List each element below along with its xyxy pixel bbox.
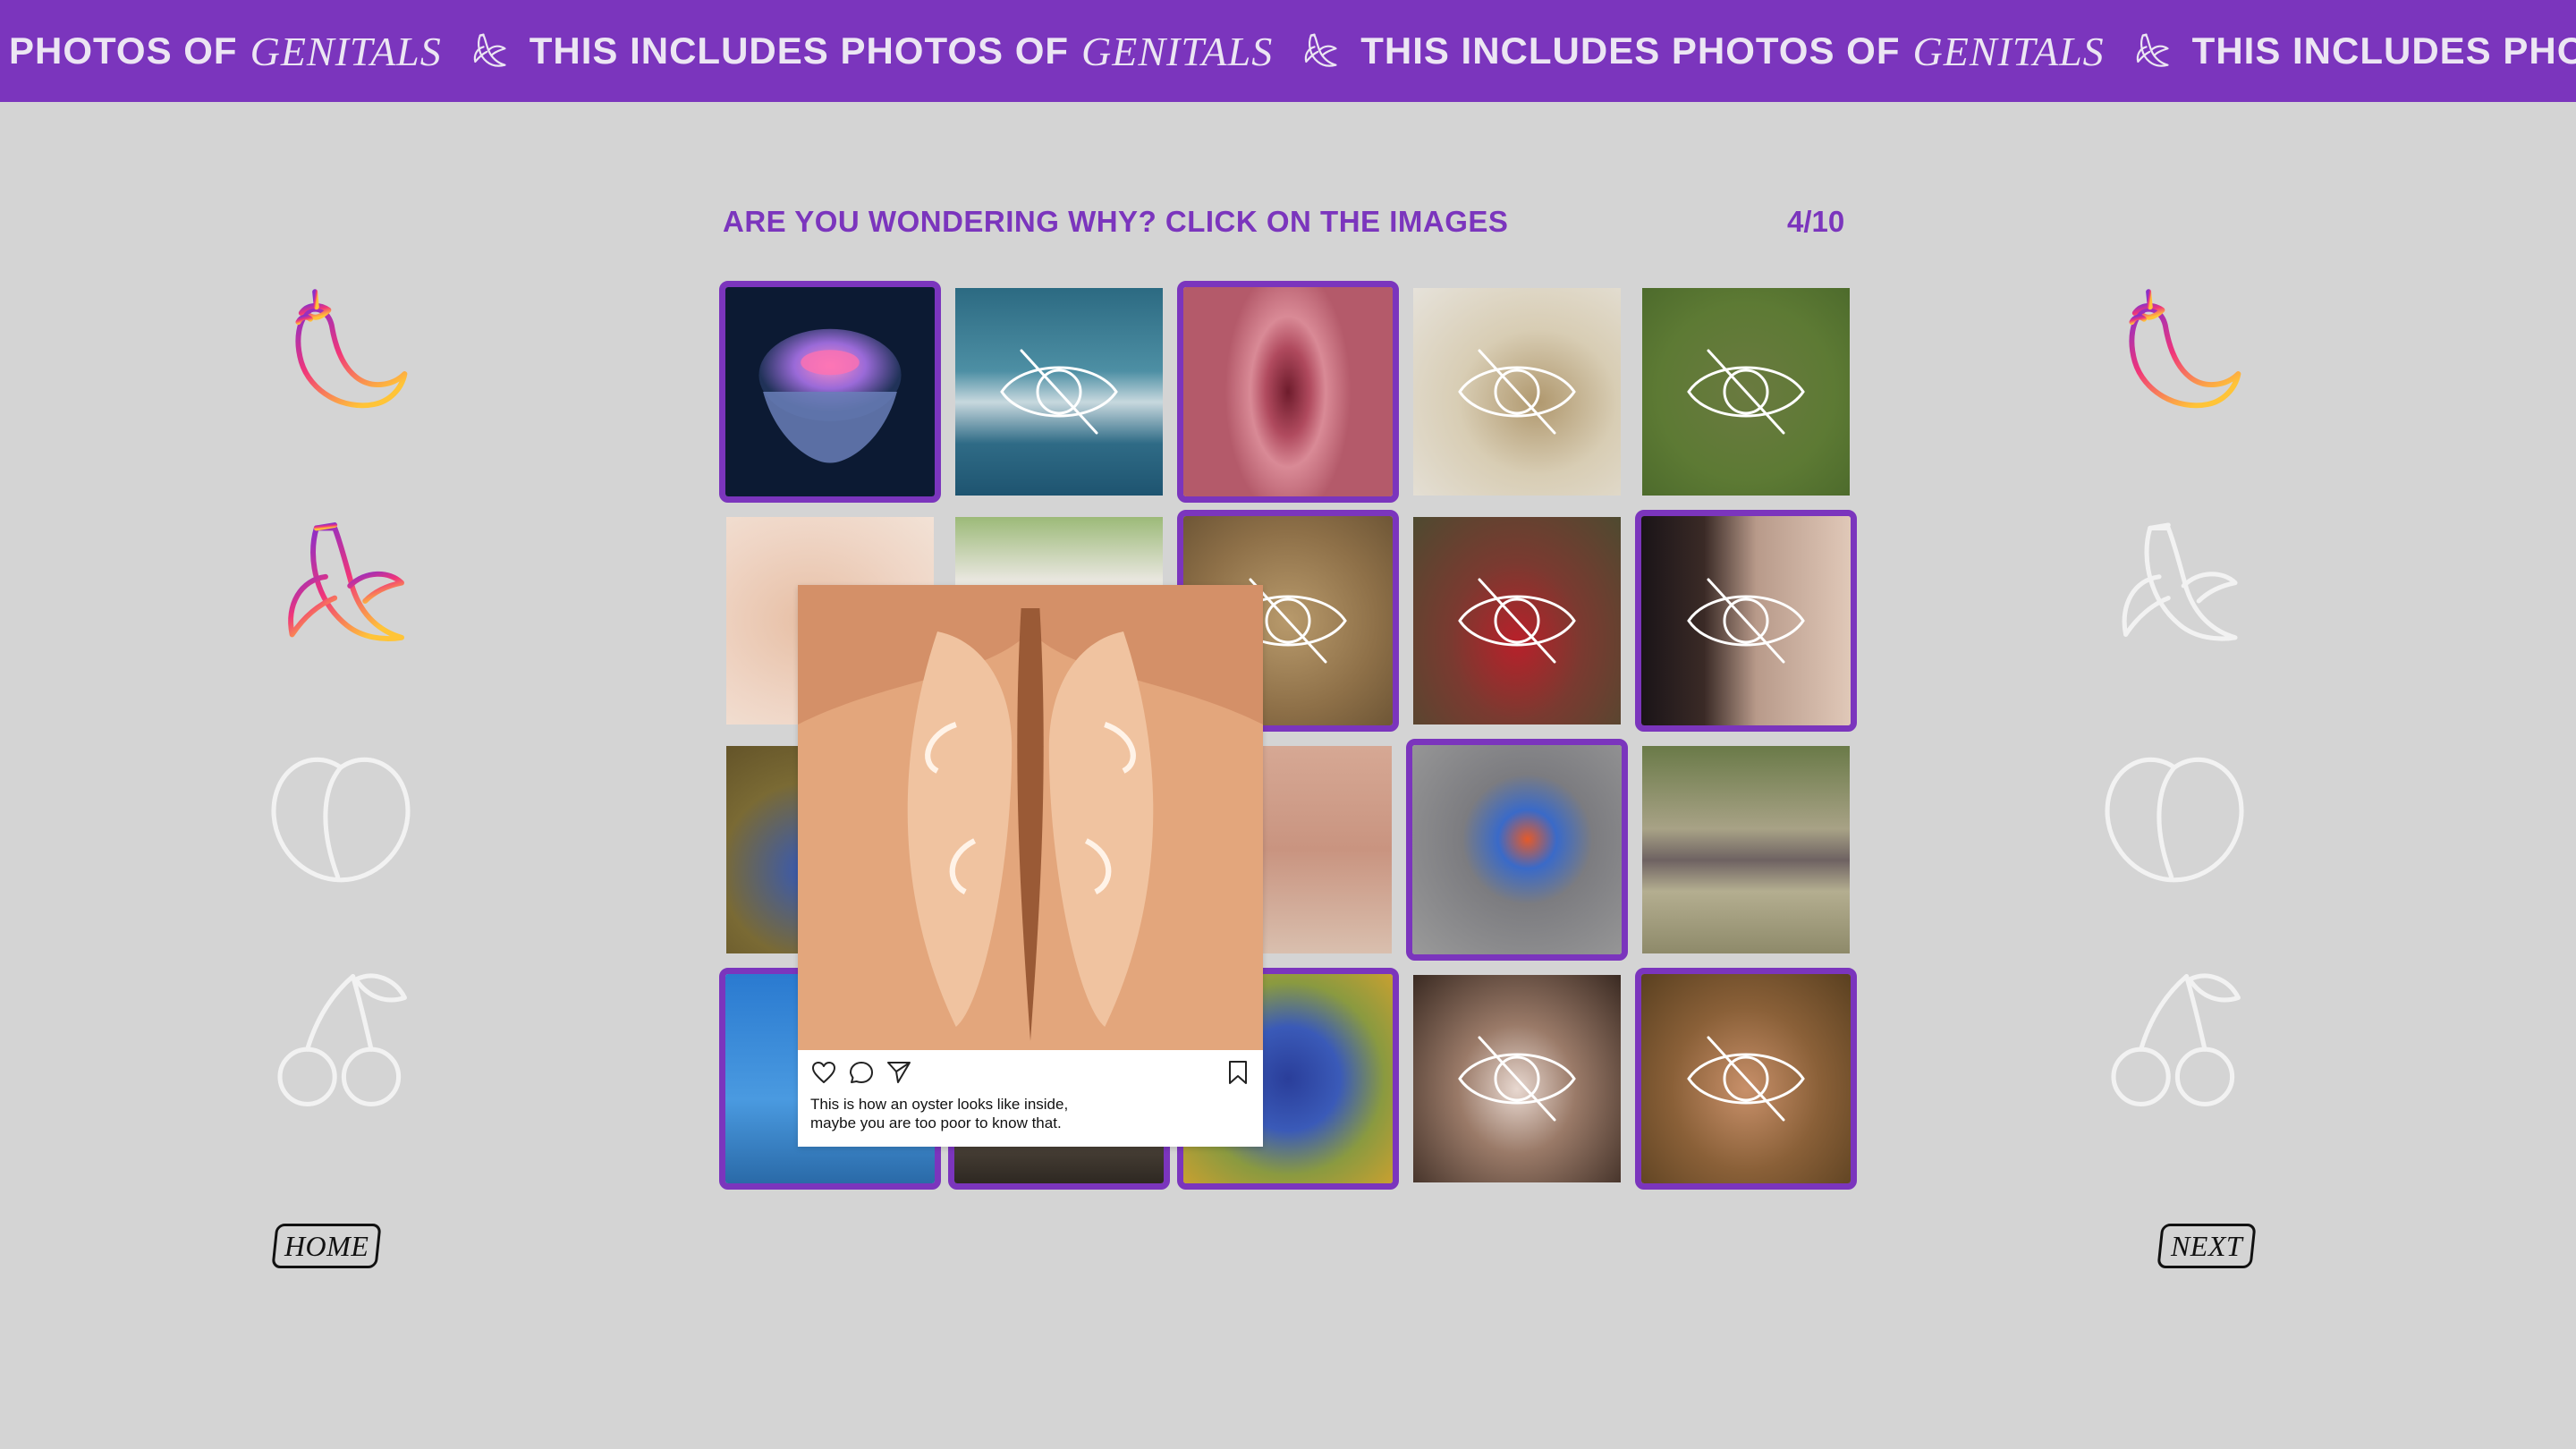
grid-tile-hidden[interactable] xyxy=(1642,288,1850,496)
grid-tile-jellyfish[interactable] xyxy=(719,281,941,503)
social-post-popup[interactable]: This is how an oyster looks like inside,… xyxy=(798,585,1263,1147)
instruction-text: ARE YOU WONDERING WHY? CLICK ON THE IMAG… xyxy=(723,205,1509,238)
eye-slash-icon xyxy=(1687,349,1805,435)
post-caption: This is how an oyster looks like inside,… xyxy=(810,1095,1249,1132)
banner-segment: THIS INCLUDES PHOTOS OF GENITALS xyxy=(1360,28,2191,75)
eye-slash-icon xyxy=(1458,349,1576,435)
eye-slash-icon xyxy=(1687,578,1805,664)
caption-line: maybe you are too poor to know that. xyxy=(810,1114,1062,1131)
banner-text-italic: GENITALS xyxy=(250,28,442,74)
home-button[interactable]: HOME xyxy=(271,1224,382,1268)
post-image xyxy=(798,585,1263,1050)
bookmark-icon[interactable] xyxy=(1225,1059,1250,1086)
eye-slash-icon xyxy=(1687,1036,1805,1122)
tile-photo xyxy=(1642,746,1850,953)
banner-segment: THIS INCLUDES PHOTOS OF GENITALS xyxy=(530,28,1360,75)
banner-segment: PHOTOS OF GENITALS xyxy=(9,28,530,75)
home-label: HOME xyxy=(284,1229,369,1262)
eggplant-icon[interactable] xyxy=(265,283,417,435)
eye-slash-icon xyxy=(1458,578,1576,664)
grid-tile-hidden[interactable] xyxy=(1413,975,1621,1182)
grid-tile-hidden[interactable] xyxy=(1413,288,1621,496)
post-actions xyxy=(810,1059,912,1086)
progress-counter: 4/10 xyxy=(1787,205,1845,238)
tile-photo xyxy=(1412,745,1622,954)
eye-slash-icon xyxy=(1458,1036,1576,1122)
banner-text-italic: GENITALS xyxy=(1081,28,1274,74)
banana-icon xyxy=(1305,33,1337,67)
caption-line: This is how an oyster looks like inside, xyxy=(810,1096,1069,1113)
eye-slash-icon xyxy=(1000,349,1118,435)
next-button[interactable]: NEXT xyxy=(2157,1224,2257,1268)
peach-icon[interactable] xyxy=(2098,737,2250,889)
warning-banner: PHOTOS OF GENITALS THIS INCLUDES PHOTOS … xyxy=(0,0,2576,102)
next-label: NEXT xyxy=(2170,1229,2243,1262)
heart-icon[interactable] xyxy=(810,1059,837,1086)
banana-icon[interactable] xyxy=(265,510,417,662)
grid-tile-hidden[interactable] xyxy=(1413,517,1621,724)
grid-tile-hidden[interactable] xyxy=(1635,510,1857,732)
eggplant-icon[interactable] xyxy=(2098,283,2250,435)
banner-text: PHOTOS OF xyxy=(9,30,238,72)
grid-tile-spider[interactable] xyxy=(1406,739,1628,961)
share-icon[interactable] xyxy=(886,1059,912,1086)
banana-icon xyxy=(2136,33,2169,67)
banner-track: PHOTOS OF GENITALS THIS INCLUDES PHOTOS … xyxy=(9,0,2576,102)
tile-photo xyxy=(1183,287,1393,496)
banner-text: THIS INCLUDES PHOTOS OF xyxy=(1360,30,1901,72)
grid-tile-hidden[interactable] xyxy=(955,288,1163,496)
banner-text-italic: GENITALS xyxy=(1912,28,2105,74)
peach-icon[interactable] xyxy=(265,737,417,889)
grid-tile-caecilian[interactable] xyxy=(1642,746,1850,953)
tile-photo xyxy=(725,287,935,496)
comment-icon[interactable] xyxy=(848,1059,875,1086)
banana-icon xyxy=(473,33,506,67)
cherry-icon[interactable] xyxy=(2098,964,2250,1116)
grid-tile-pink[interactable] xyxy=(1177,281,1399,503)
cherry-icon[interactable] xyxy=(265,964,417,1116)
banner-text: THIS INCLUDES PHOTOS xyxy=(2191,30,2576,72)
banner-segment: THIS INCLUDES PHOTOS xyxy=(2192,30,2576,72)
banner-text: THIS INCLUDES PHOTOS OF xyxy=(529,30,1070,72)
grid-tile-hidden[interactable] xyxy=(1635,968,1857,1190)
banana-icon[interactable] xyxy=(2098,510,2250,662)
